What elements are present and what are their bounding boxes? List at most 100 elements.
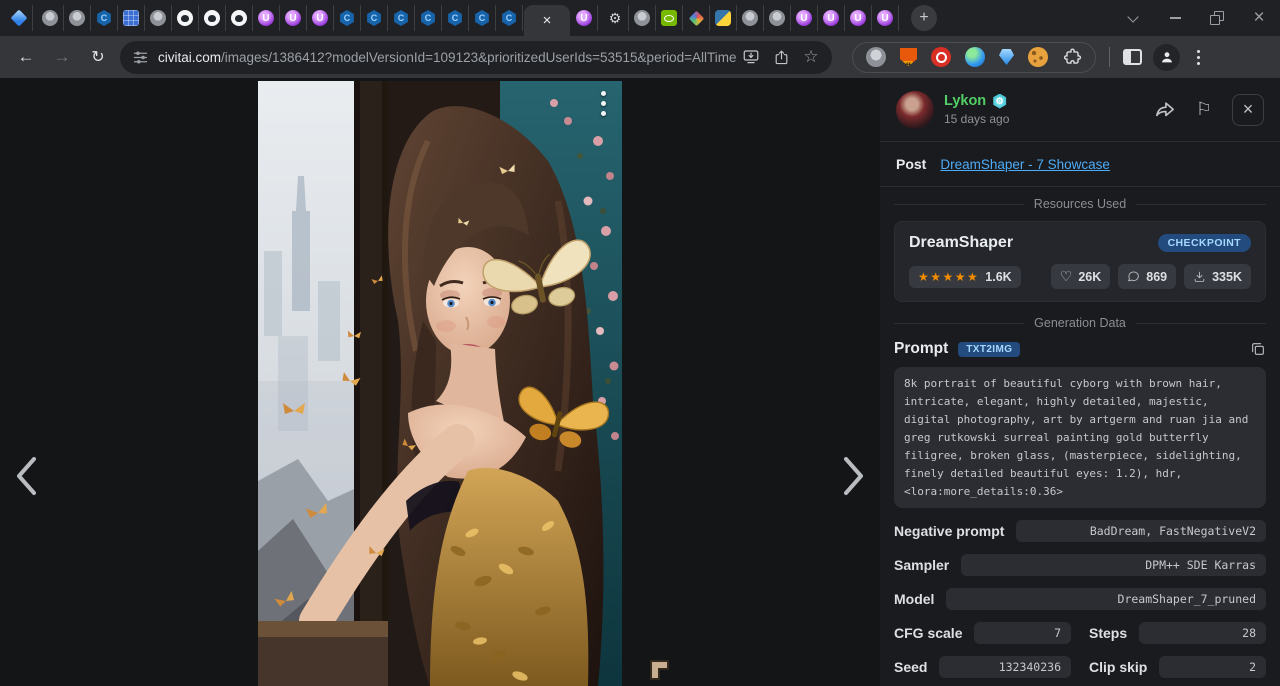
copy-prompt-button[interactable] [1250, 341, 1266, 357]
cookie-extension-icon[interactable] [1028, 47, 1048, 67]
likes-pill[interactable]: 26K [1051, 264, 1111, 289]
civitai-image-page: { "browser": { "tabs": { "favicons_befor… [0, 0, 1280, 686]
tab-close-icon[interactable] [538, 12, 556, 30]
browser-tab[interactable] [172, 5, 199, 31]
browser-tab[interactable]: C [388, 5, 415, 31]
post-link[interactable]: DreamShaper - 7 Showcase [940, 157, 1110, 172]
site-info-icon[interactable] [132, 49, 149, 66]
browser-tab[interactable]: C [361, 5, 388, 31]
prompt-text[interactable]: 8k portrait of beautiful cyborg with bro… [894, 367, 1266, 508]
browser-tab[interactable] [145, 5, 172, 31]
resource-card[interactable]: DreamShaper CHECKPOINT ★★★★★ 1.6K 26K [894, 221, 1266, 302]
side-panel-icon[interactable] [1123, 49, 1142, 65]
window-chevron-down-icon[interactable] [1112, 0, 1154, 36]
browser-tab[interactable] [764, 5, 791, 31]
browser-tab[interactable] [737, 5, 764, 31]
install-app-icon[interactable] [736, 42, 766, 72]
username-text[interactable]: Lykon [944, 93, 986, 109]
post-timestamp: 15 days ago [944, 112, 1154, 126]
forward-button[interactable] [46, 41, 78, 73]
browser-tab[interactable]: U [818, 5, 845, 31]
active-tab[interactable] [524, 5, 570, 36]
browser-tab[interactable]: U [307, 5, 334, 31]
browser-tab[interactable] [6, 5, 33, 31]
adblock-off-extension-icon[interactable]: off [900, 48, 917, 66]
blue-gem-favicon [11, 10, 28, 27]
purple-u-favicon: U [258, 10, 274, 26]
window-restore-button[interactable] [1196, 0, 1238, 36]
post-label: Post [896, 156, 926, 172]
browser-tab[interactable]: U [253, 5, 280, 31]
onetab-extension-icon[interactable] [931, 47, 951, 67]
civitai-favicon: C [339, 10, 355, 26]
field-model: ModelDreamShaper_7_pruned [894, 588, 1266, 610]
browser-tab[interactable]: U [872, 5, 899, 31]
browser-tab[interactable] [226, 5, 253, 31]
globe-extension-icon[interactable] [866, 47, 886, 67]
browser-tab[interactable]: C [334, 5, 361, 31]
comments-pill[interactable]: 869 [1118, 264, 1176, 289]
browser-menu-icon[interactable] [1191, 50, 1206, 65]
browser-tab[interactable]: C [415, 5, 442, 31]
window-close-button[interactable] [1238, 0, 1280, 36]
browser-tab[interactable] [64, 5, 91, 31]
field-value: 2 [1159, 656, 1266, 678]
browser-tab[interactable]: U [571, 5, 598, 31]
browser-tab[interactable]: C [442, 5, 469, 31]
browser-tab[interactable]: U [280, 5, 307, 31]
browser-tab[interactable] [37, 5, 64, 31]
purple-u-favicon: U [285, 10, 301, 26]
browser-tab[interactable]: C [496, 5, 523, 31]
username-link[interactable]: Lykon [944, 93, 1154, 109]
previous-image-button[interactable] [8, 452, 44, 500]
back-button[interactable] [10, 41, 42, 73]
address-bar[interactable]: civitai.com/images/1386412?modelVersionI… [120, 41, 832, 74]
civitai-favicon: C [474, 10, 490, 26]
field-row: SamplerDPM++ SDE Karras [894, 554, 1266, 576]
browser-tab[interactable] [656, 5, 683, 31]
field-row: Negative promptBadDream, FastNegativeV2 [894, 520, 1266, 542]
browser-tab[interactable]: U [845, 5, 872, 31]
report-flag-button[interactable] [1196, 99, 1212, 120]
download-icon [1193, 270, 1206, 283]
browser-tab[interactable] [683, 5, 710, 31]
browser-tab[interactable]: C [469, 5, 496, 31]
browser-tab[interactable]: ⚙ [602, 5, 629, 31]
rating-pill[interactable]: ★★★★★ 1.6K [909, 266, 1021, 288]
artwork-illustration [258, 81, 622, 686]
field-cfg-scale: CFG scale7 [894, 622, 1071, 644]
next-image-button[interactable] [836, 452, 872, 500]
world-extension-icon[interactable] [965, 47, 985, 67]
browser-tab[interactable] [118, 5, 145, 31]
panel-scroll-body[interactable]: Resources Used DreamShaper CHECKPOINT ★★… [880, 187, 1280, 686]
share-button[interactable] [1154, 100, 1176, 120]
image-options-menu-icon[interactable] [601, 91, 606, 116]
browser-tab[interactable]: U [791, 5, 818, 31]
field-label: Seed [894, 659, 927, 675]
bookmark-star-icon[interactable] [796, 42, 826, 72]
field-value: DreamShaper_7_pruned [946, 588, 1266, 610]
off-badge: off [899, 61, 913, 70]
gem-extension-icon[interactable] [999, 49, 1014, 65]
url-text[interactable]: civitai.com/images/1386412?modelVersionI… [158, 50, 736, 65]
field-row: CFG scale7Steps28 [894, 622, 1266, 644]
new-tab-button[interactable] [911, 5, 937, 31]
purple-u-favicon: U [312, 10, 328, 26]
share-page-icon[interactable] [766, 42, 796, 72]
resource-name[interactable]: DreamShaper [909, 234, 1013, 252]
browser-tab[interactable] [629, 5, 656, 31]
browser-tab[interactable] [199, 5, 226, 31]
field-label: Clip skip [1089, 659, 1147, 675]
puzzle-extension-icon[interactable] [1062, 47, 1082, 67]
civitai-favicon: C [501, 10, 517, 26]
browser-tab[interactable]: C [91, 5, 118, 31]
profile-avatar[interactable] [1153, 44, 1180, 71]
panel-close-button[interactable] [1232, 94, 1264, 126]
downloads-pill[interactable]: 335K [1184, 264, 1251, 289]
purple-u-favicon: U [850, 10, 866, 26]
user-avatar[interactable] [896, 91, 934, 129]
window-minimize-button[interactable] [1154, 0, 1196, 36]
artwork-image[interactable] [258, 81, 622, 686]
browser-tab[interactable] [710, 5, 737, 31]
reload-button[interactable] [82, 41, 114, 73]
